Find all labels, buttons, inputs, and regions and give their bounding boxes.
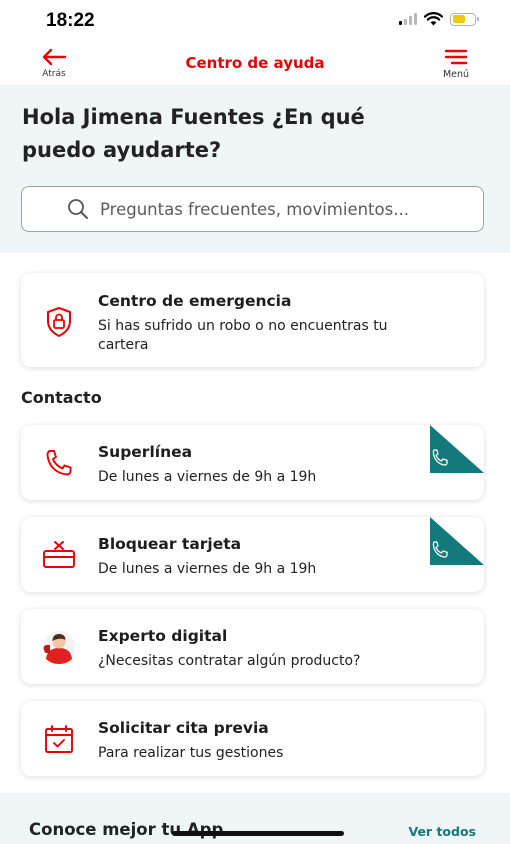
nav-bar: Atrás Centro de ayuda Menú <box>0 40 510 85</box>
greeting-heading: Hola Jimena Fuentes ¿En qué puedo ayudar… <box>22 105 365 162</box>
emergency-center-card[interactable]: Centro de emergencia Si has sufrido un r… <box>21 273 484 367</box>
page-title: Centro de ayuda <box>185 54 325 72</box>
status-bar: 18:22 <box>0 0 510 40</box>
contact-item-title: Solicitar cita previa <box>98 719 269 737</box>
battery-icon <box>450 12 479 26</box>
search-icon <box>68 199 88 219</box>
contact-item-appointment[interactable]: Solicitar cita previa Para realizar tus … <box>21 701 484 776</box>
calendar-check-icon <box>41 721 77 757</box>
search-box[interactable] <box>21 186 484 232</box>
app-info-section: Conoce mejor tu App Ver todos <box>0 793 510 844</box>
contact-item-title: Experto digital <box>98 627 228 645</box>
status-icons <box>399 12 479 26</box>
menu-button[interactable]: Menú <box>436 48 476 80</box>
status-time: 18:22 <box>46 10 95 31</box>
wifi-icon <box>424 12 443 26</box>
expert-avatar-icon <box>41 629 77 665</box>
see-all-link[interactable]: Ver todos <box>408 824 476 839</box>
contact-item-superlinea[interactable]: Superlínea De lunes a viernes de 9h a 19… <box>21 425 484 500</box>
contact-item-block-card[interactable]: Bloquear tarjeta De lunes a viernes de 9… <box>21 517 484 592</box>
call-tag-icon[interactable] <box>430 425 484 473</box>
call-tag-icon[interactable] <box>430 517 484 565</box>
hamburger-menu-icon <box>444 49 468 65</box>
hero-section: Hola Jimena Fuentes ¿En qué puedo ayudar… <box>0 85 510 253</box>
search-input[interactable] <box>100 199 440 219</box>
cellular-signal-icon <box>399 13 417 25</box>
emergency-subtitle: Si has sufrido un robo o no encuentras t… <box>98 318 388 353</box>
emergency-title: Centro de emergencia <box>98 292 292 310</box>
menu-label: Menú <box>442 69 470 80</box>
contact-section-title: Contacto <box>21 388 102 407</box>
home-indicator[interactable] <box>172 831 344 836</box>
contact-item-title: Superlínea <box>98 443 193 461</box>
contact-item-title: Bloquear tarjeta <box>98 535 242 553</box>
contact-item-digital-expert[interactable]: Experto digital ¿Necesitas contratar alg… <box>21 609 484 684</box>
shield-lock-icon <box>41 304 77 340</box>
contact-item-subtitle: De lunes a viernes de 9h a 19h <box>98 561 317 577</box>
app-info-title: Conoce mejor tu App <box>29 820 224 839</box>
phone-icon <box>41 445 77 481</box>
contact-item-subtitle: De lunes a viernes de 9h a 19h <box>98 469 317 485</box>
contact-item-subtitle: ¿Necesitas contratar algún producto? <box>98 653 361 669</box>
block-card-icon <box>41 537 77 573</box>
contact-item-subtitle: Para realizar tus gestiones <box>98 745 284 761</box>
